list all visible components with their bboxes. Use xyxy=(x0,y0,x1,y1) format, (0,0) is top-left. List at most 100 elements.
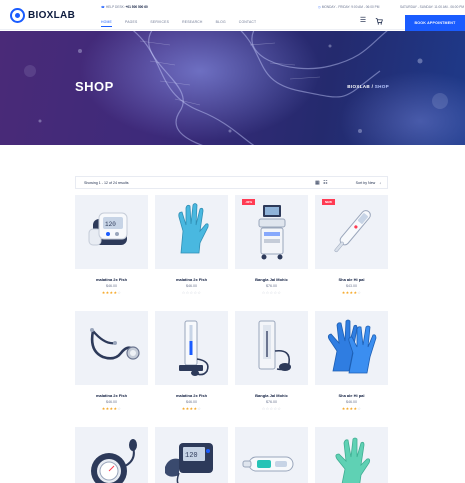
grid-view-icon[interactable]: ▦ xyxy=(315,180,320,186)
blood-pressure-monitor-icon: 120 xyxy=(75,195,148,269)
nav-blog[interactable]: BLOG xyxy=(216,20,226,27)
product-rating: ★★★★☆ xyxy=(315,290,388,295)
product-name[interactable]: Sha ale Hi pal xyxy=(315,393,388,398)
star-empty-icon: ☆ xyxy=(277,290,282,295)
nav-contact[interactable]: CONTACT xyxy=(239,20,257,27)
product-image[interactable] xyxy=(75,311,148,385)
svg-text:120: 120 xyxy=(185,452,198,460)
product-name[interactable]: malatina 2x Fish xyxy=(75,393,148,398)
svg-text:120: 120 xyxy=(105,221,116,228)
nav-pages[interactable]: PAGES xyxy=(125,20,137,27)
star-empty-icon: ☆ xyxy=(117,290,122,295)
product-name[interactable]: Bangla Jal Mohic xyxy=(235,393,308,398)
nav-home[interactable]: HOME xyxy=(101,20,112,27)
product-price: $46.00 xyxy=(106,400,117,404)
product-price: $46.00 xyxy=(346,400,357,404)
digital-bp-monitor-icon: 120 xyxy=(155,427,228,483)
product-card[interactable]: Sha ale Hi pal $46.00 ★★★★☆ xyxy=(315,311,388,411)
product-image[interactable]: NEW xyxy=(315,195,388,269)
book-appointment-button[interactable]: BOOK APPOINTMENT xyxy=(405,15,465,31)
nav-services[interactable]: SERVICES xyxy=(150,20,169,27)
product-rating: ★★★★☆ xyxy=(155,406,228,411)
product-rating: ☆☆☆☆☆ xyxy=(155,290,228,295)
product-rating: ★★★★☆ xyxy=(75,406,148,411)
page-hero: SHOP BIOXLAB / SHOP xyxy=(0,31,465,145)
opening-hours-weekend: SATURDAY - SUNDAY: 11:00 AM - 06:00 PM xyxy=(400,5,464,9)
stethoscope-icon xyxy=(75,311,148,385)
shop-toolbar: Showing 1 - 12 of 24 results ▦ ☷ Sort by… xyxy=(75,176,388,189)
product-card[interactable]: 120 xyxy=(155,427,228,483)
star-empty-icon: ☆ xyxy=(277,406,282,411)
product-image[interactable]: 120 xyxy=(155,427,228,483)
product-image[interactable]: 120 xyxy=(75,195,148,269)
site-header: BIOXLAB ☎ HELP DESK: +01 500 500 60 ◷ MO… xyxy=(0,0,465,31)
phone-icon: ☎ xyxy=(101,5,105,9)
nav-research[interactable]: RESEARCH xyxy=(182,20,202,27)
sphygmomanometer-icon xyxy=(155,311,228,385)
product-price: $76.00 xyxy=(266,284,277,288)
product-rating: ☆☆☆☆☆ xyxy=(235,290,308,295)
weekday-hours: MONDAY - FRIDAY: 9:00 AM - 06:00 PM xyxy=(321,5,380,9)
page-title: SHOP xyxy=(75,79,114,94)
product-card[interactable]: -30% Bangla Jal Mohic $76.00 ☆☆☆☆☆ xyxy=(235,195,308,295)
blue-gloves-icon xyxy=(315,311,388,385)
product-name[interactable]: malatina 2x Fish xyxy=(155,277,228,282)
product-badge: NEW xyxy=(322,199,335,205)
product-card[interactable] xyxy=(315,427,388,483)
star-empty-icon: ☆ xyxy=(357,406,362,411)
product-card[interactable]: malatina 2x Fish $46.00 ★★★★☆ xyxy=(75,311,148,411)
help-desk-label: HELP DESK: xyxy=(105,5,125,9)
product-image[interactable]: -30% xyxy=(235,195,308,269)
product-image[interactable] xyxy=(235,311,308,385)
view-switcher: ▦ ☷ xyxy=(315,180,328,186)
product-card[interactable] xyxy=(75,427,148,483)
star-empty-icon: ☆ xyxy=(117,406,122,411)
clock-icon: ◷ xyxy=(318,5,321,9)
product-image[interactable] xyxy=(315,311,388,385)
help-desk: ☎ HELP DESK: +01 500 500 60 xyxy=(101,5,148,9)
product-rating: ★★★★☆ xyxy=(75,290,148,295)
product-card[interactable]: Bangla Jal Mohic $76.00 ☆☆☆☆☆ xyxy=(235,311,308,411)
dna-background-image xyxy=(24,31,465,145)
star-empty-icon: ☆ xyxy=(357,290,362,295)
logo-mark-icon xyxy=(10,8,25,23)
product-name[interactable]: malatina 2x Fish xyxy=(75,277,148,282)
product-image[interactable] xyxy=(155,195,228,269)
product-card[interactable]: malatina 2x Fish $46.00 ★★★★☆ xyxy=(155,311,228,411)
star-empty-icon: ☆ xyxy=(197,290,202,295)
product-image[interactable] xyxy=(235,427,308,483)
menu-icon[interactable]: ☰ xyxy=(359,17,367,25)
product-name[interactable]: malatina 2x Fish xyxy=(155,393,228,398)
product-card[interactable]: NEW Sha ale Hi pal $43.00 ★★★★☆ xyxy=(315,195,388,295)
wall-bp-monitor-icon xyxy=(235,311,308,385)
product-card[interactable]: malatina 2x Fish $46.00 ☆☆☆☆☆ xyxy=(155,195,228,295)
product-rating: ☆☆☆☆☆ xyxy=(235,406,308,411)
product-image[interactable] xyxy=(75,427,148,483)
sort-label: Sort by New xyxy=(355,181,376,185)
thermometer-icon xyxy=(315,195,388,269)
help-desk-phone[interactable]: +01 500 500 60 xyxy=(126,5,148,9)
product-image[interactable] xyxy=(155,311,228,385)
logo[interactable]: BIOXLAB xyxy=(10,8,75,23)
ultrasound-machine-icon xyxy=(235,195,308,269)
product-name[interactable]: Sha ale Hi pal xyxy=(315,277,388,282)
inhaler-device-icon xyxy=(235,427,308,483)
opening-hours-weekday: ◷ MONDAY - FRIDAY: 9:00 AM - 06:00 PM xyxy=(318,5,379,9)
product-rating: ★★★★☆ xyxy=(315,406,388,411)
bp-cuff-icon xyxy=(75,427,148,483)
product-name[interactable]: Bangla Jal Mohic xyxy=(235,277,308,282)
breadcrumb-home[interactable]: BIOXLAB xyxy=(347,84,370,89)
product-card[interactable]: 120 malatina 2x Fish $46.00 ★★★★☆ xyxy=(75,195,148,295)
product-image[interactable] xyxy=(315,427,388,483)
product-price: $46.00 xyxy=(106,284,117,288)
cart-icon[interactable] xyxy=(375,17,383,25)
list-view-icon[interactable]: ☷ xyxy=(323,180,327,186)
sort-select[interactable]: Sort by New ↓ xyxy=(356,181,381,185)
result-count: Showing 1 - 12 of 24 results xyxy=(84,181,129,185)
breadcrumb-current: SHOP xyxy=(374,84,389,89)
chevron-down-icon: ↓ xyxy=(379,181,381,185)
product-card[interactable] xyxy=(235,427,308,483)
breadcrumb: BIOXLAB / SHOP xyxy=(347,84,389,89)
product-price: $43.00 xyxy=(346,284,357,288)
product-price: $46.00 xyxy=(186,284,197,288)
